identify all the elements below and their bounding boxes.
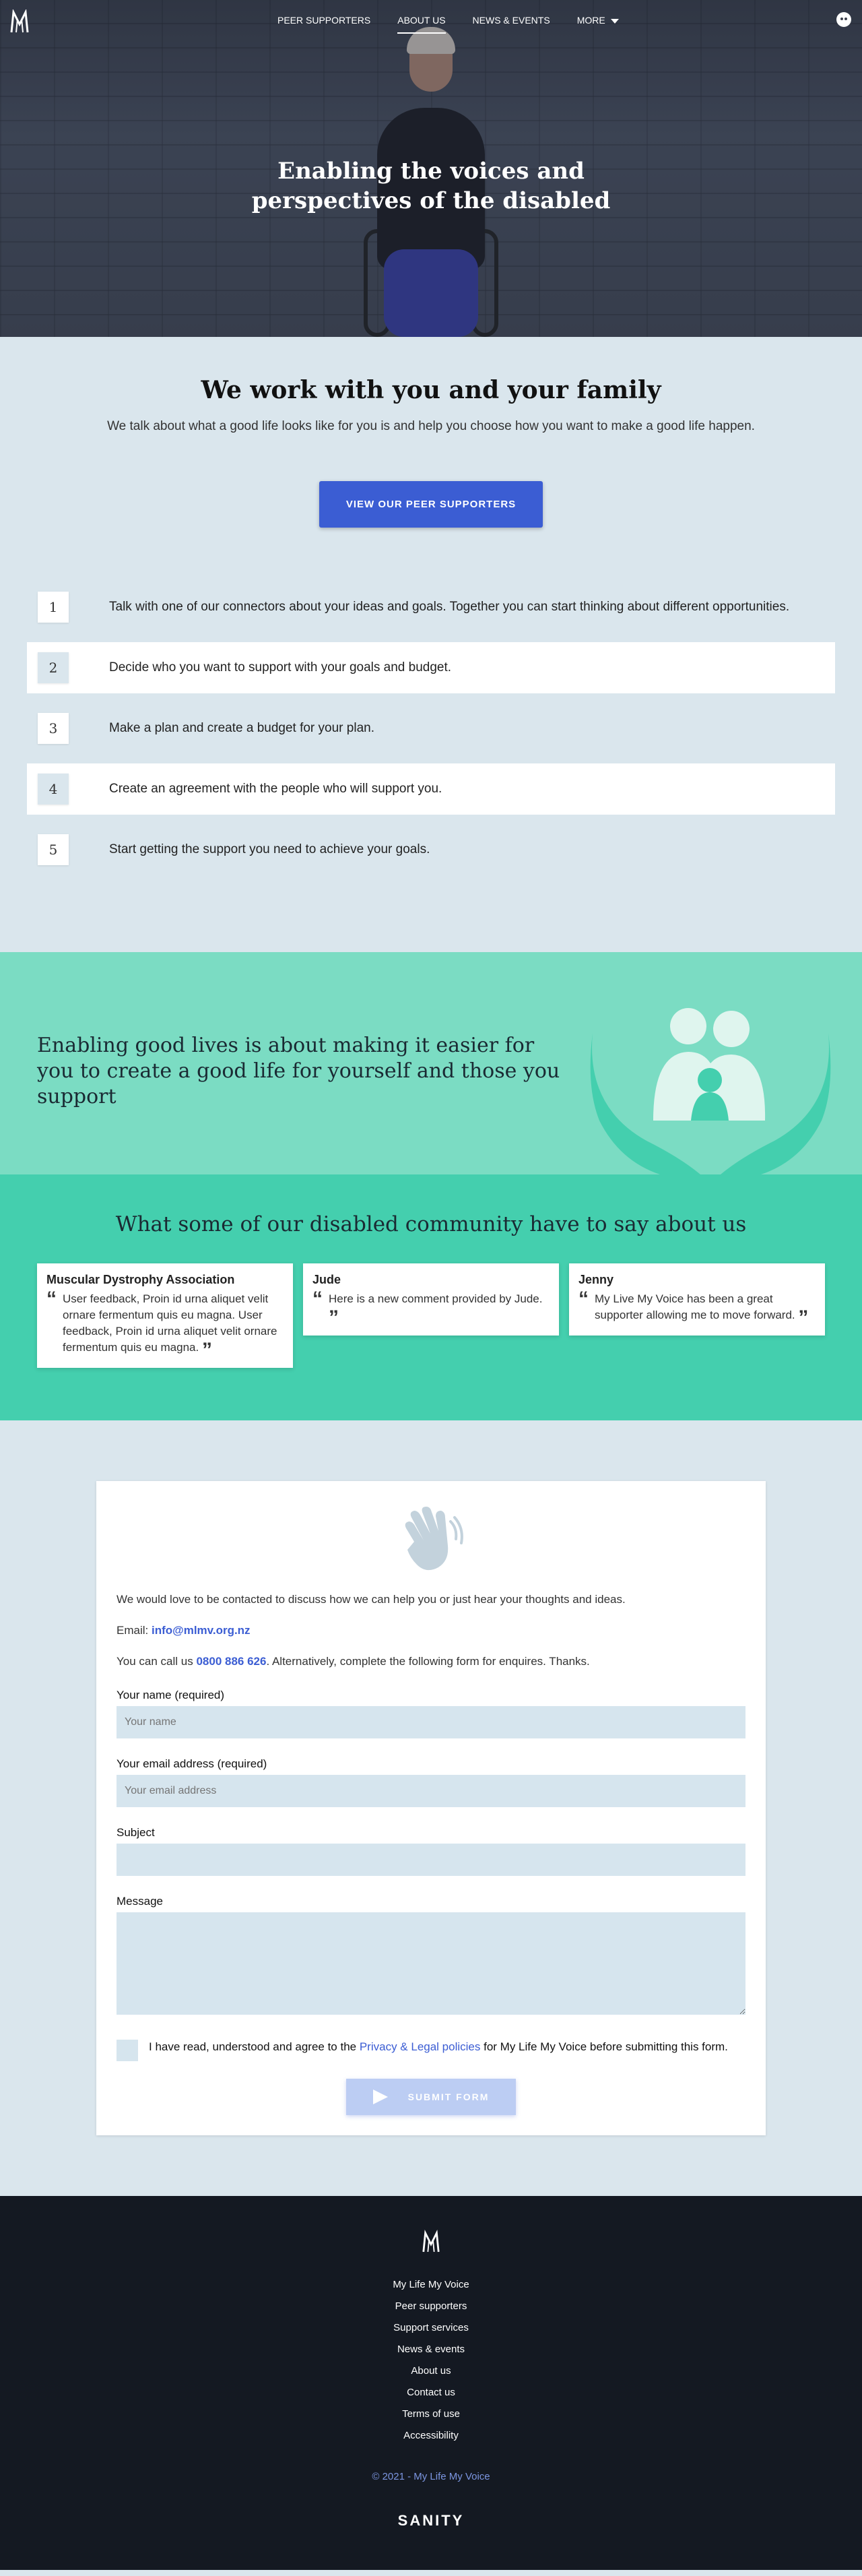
sanity-logo[interactable]: SANITY — [0, 2512, 862, 2530]
contact-intro: We would love to be contacted to discuss… — [117, 1593, 626, 1606]
testimonial-card: Jenny “ My Live My Voice has been a great… — [569, 1263, 825, 1336]
privacy-legal-link[interactable]: Privacy & Legal policies — [360, 2040, 481, 2053]
footer: My Life My Voice Peer supporters Support… — [0, 2196, 862, 2570]
email-label: Email: — [117, 1624, 152, 1637]
step-number: 2 — [38, 652, 69, 683]
close-quote-icon: ” — [329, 1307, 339, 1329]
section-subtitle: We talk about what a good life looks lik… — [107, 419, 755, 433]
open-quote-icon: “ — [312, 1288, 323, 1310]
testimonial-card: Jude “ Here is a new comment provided by … — [303, 1263, 559, 1336]
footer-link-terms-of-use[interactable]: Terms of use — [0, 2404, 862, 2425]
subject-label: Subject — [117, 1826, 155, 1839]
name-label: Your name (required) — [117, 1689, 225, 1701]
nav-more-label: MORE — [576, 15, 605, 26]
phone-link[interactable]: 0800 886 626 — [196, 1655, 266, 1668]
footer-link-accessibility[interactable]: Accessibility — [0, 2425, 862, 2447]
footer-link-support-services[interactable]: Support services — [0, 2317, 862, 2339]
submit-form-button[interactable]: SUBMIT FORM — [345, 2079, 517, 2115]
hero-title: Enabling the voices and perspectives of … — [251, 158, 611, 214]
phone-suffix: . Alternatively, complete the following … — [266, 1655, 590, 1668]
step-text: Start getting the support you need to ac… — [109, 842, 430, 856]
step-text: Create an agreement with the people who … — [109, 782, 442, 796]
message-label: Message — [117, 1895, 163, 1908]
testimonial-author: Jude — [312, 1273, 341, 1286]
email-input[interactable] — [117, 1775, 745, 1807]
step-number: 3 — [38, 713, 69, 744]
good-lives-banner: Enabling good lives is about making it e… — [0, 952, 862, 1174]
section-title: We work with you and your family — [201, 376, 661, 404]
step-item: 4 Create an agreement with the people wh… — [27, 763, 835, 815]
submit-label: SUBMIT FORM — [407, 2092, 490, 2102]
testimonials-section: What some of our disabled community have… — [0, 1174, 862, 1420]
account-icon[interactable] — [836, 12, 851, 27]
agree-text: I have read, understood and agree to the… — [149, 2040, 728, 2054]
step-item: 5 Start getting the support you need to … — [27, 824, 835, 875]
contact-email-line: Email: info@mlmv.org.nz — [117, 1624, 745, 1637]
name-input[interactable] — [117, 1706, 745, 1738]
testimonial-quote: Here is a new comment provided by Jude. — [329, 1292, 543, 1305]
email-field-label: Your email address (required) — [117, 1757, 267, 1770]
family-section: We work with you and your family We talk… — [0, 337, 862, 555]
nav-more[interactable]: MORE — [564, 13, 632, 31]
step-item: 1 Talk with one of our connectors about … — [27, 582, 835, 633]
banner-text: Enabling good lives is about making it e… — [37, 1034, 560, 1108]
testimonial-author: Jenny — [578, 1273, 614, 1286]
footer-link-my-life-my-voice[interactable]: My Life My Voice — [0, 2274, 862, 2296]
step-number: 5 — [38, 834, 69, 865]
agree-prefix: I have read, understood and agree to the — [149, 2040, 360, 2053]
testimonial-quote: My Live My Voice has been a great suppor… — [595, 1292, 795, 1321]
contact-phone-line: You can call us 0800 886 626. Alternativ… — [117, 1655, 745, 1668]
step-number: 1 — [38, 592, 69, 623]
top-nav: PEER SUPPORTERS ABOUT US NEWS & EVENTS M… — [0, 0, 862, 40]
close-quote-icon: ” — [201, 1339, 212, 1361]
nav-news-events[interactable]: NEWS & EVENTS — [459, 13, 564, 31]
agree-suffix: for My Life My Voice before submitting t… — [480, 2040, 728, 2053]
family-hands-icon — [590, 1008, 831, 1174]
footer-logo-icon[interactable] — [422, 2230, 440, 2254]
send-icon — [372, 2090, 388, 2104]
footer-link-contact-us[interactable]: Contact us — [0, 2382, 862, 2404]
testimonial-author: Muscular Dystrophy Association — [46, 1273, 235, 1286]
agree-row: I have read, understood and agree to the… — [117, 2040, 745, 2061]
step-text: Make a plan and create a budget for your… — [109, 721, 374, 735]
hero: PEER SUPPORTERS ABOUT US NEWS & EVENTS M… — [0, 0, 862, 337]
copyright: © 2021 - My Life My Voice — [372, 2471, 490, 2482]
contact-form: We would love to be contacted to discuss… — [96, 1481, 766, 2135]
open-quote-icon: “ — [578, 1288, 589, 1310]
steps-list: 1 Talk with one of our connectors about … — [0, 555, 862, 952]
step-item: 3 Make a plan and create a budget for yo… — [27, 703, 835, 754]
testimonial-card: Muscular Dystrophy Association “ User fee… — [37, 1263, 293, 1368]
nav-peer-supporters[interactable]: PEER SUPPORTERS — [264, 13, 384, 31]
waving-hand-icon — [405, 1507, 463, 1571]
footer-link-peer-supporters[interactable]: Peer supporters — [0, 2296, 862, 2317]
step-text: Talk with one of our connectors about yo… — [109, 600, 790, 614]
subject-input[interactable] — [117, 1844, 745, 1876]
phone-prefix: You can call us — [117, 1655, 197, 1668]
logo-icon[interactable] — [9, 9, 30, 34]
message-textarea[interactable] — [117, 1912, 745, 2015]
close-quote-icon: ” — [798, 1307, 809, 1329]
footer-link-about-us[interactable]: About us — [0, 2360, 862, 2382]
chevron-down-icon — [610, 18, 619, 24]
email-link[interactable]: info@mlmv.org.nz — [152, 1624, 251, 1637]
nav-about-us[interactable]: ABOUT US — [384, 13, 459, 34]
step-number: 4 — [38, 774, 69, 805]
footer-link-news-events[interactable]: News & events — [0, 2339, 862, 2360]
view-peer-supporters-button[interactable]: VIEW OUR PEER SUPPORTERS — [319, 481, 543, 528]
step-item: 2 Decide who you want to support with yo… — [27, 642, 835, 693]
agree-checkbox[interactable] — [117, 2040, 138, 2061]
step-text: Decide who you want to support with your… — [109, 660, 452, 674]
open-quote-icon: “ — [46, 1288, 57, 1310]
testimonials-title: What some of our disabled community have… — [115, 1212, 747, 1236]
testimonial-quote: User feedback, Proin id urna aliquet vel… — [63, 1292, 277, 1354]
contact-section: We would love to be contacted to discuss… — [0, 1420, 862, 2196]
